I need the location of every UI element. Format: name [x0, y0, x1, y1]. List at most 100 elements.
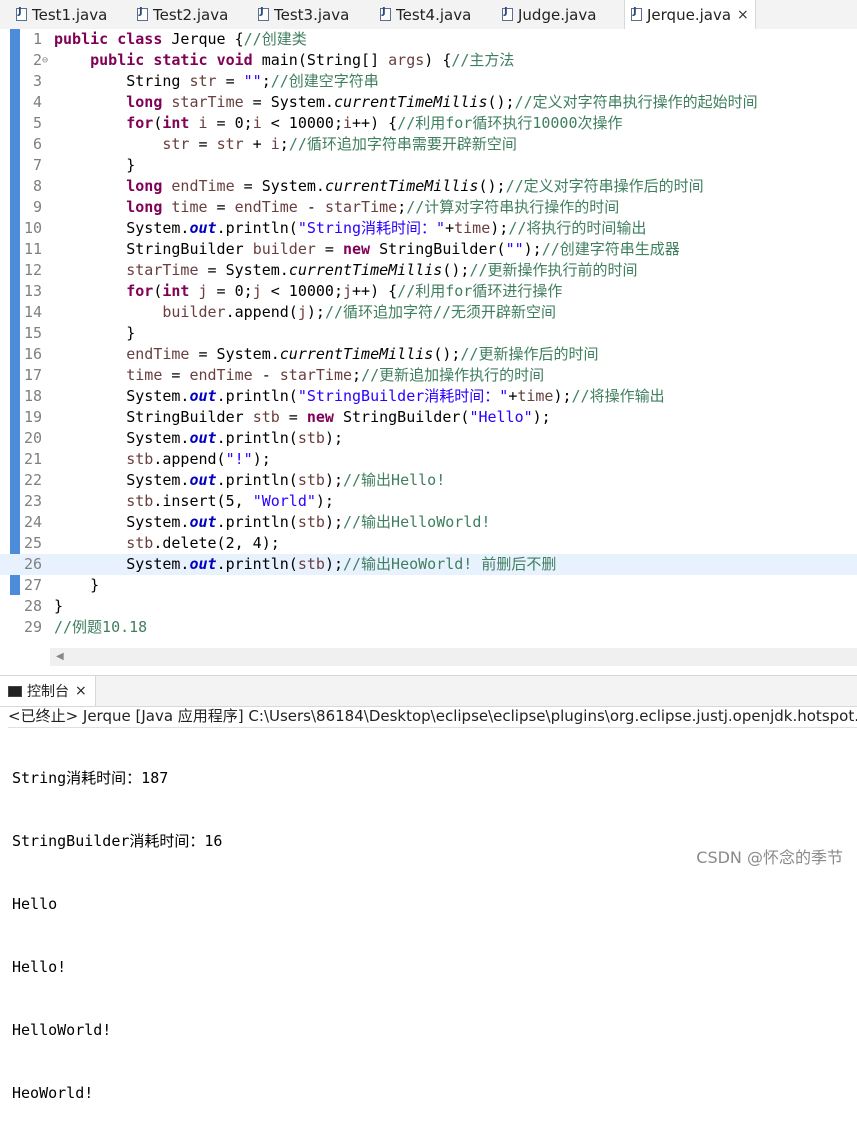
tab-test2[interactable]: Test2.java — [137, 0, 228, 29]
line-number: 25 — [23, 534, 42, 552]
code-text: } — [54, 576, 100, 594]
code-line: 3 String str = "";//创建空字符串 — [0, 71, 857, 92]
code-text: stb.insert(5, "World"); — [126, 492, 334, 510]
code-text: StringBuilder stb = new StringBuilder("H… — [54, 408, 551, 426]
line-number: 20 — [23, 429, 42, 447]
tab-test4[interactable]: Test4.java — [380, 0, 471, 29]
code-text: for(int i = 0;i < 10000;i++) {//利用for循环执… — [126, 114, 623, 132]
code-text: //例题10.18 — [54, 618, 148, 636]
code-text: } — [54, 156, 136, 174]
code-text: endTime = System.currentTimeMillis();//更… — [126, 345, 599, 363]
code-line: 12 starTime = System.currentTimeMillis()… — [0, 260, 857, 281]
java-file-icon — [380, 6, 391, 21]
code-line: 22 System.out.println(stb);//输出Hello! — [0, 470, 857, 491]
code-editor[interactable]: 1 public class Jerque {//创建类 2 ⊖ public st… — [0, 29, 857, 649]
line-number: 26 — [23, 555, 42, 573]
tab-label: Jerque.java — [647, 5, 732, 24]
editor-tab-bar: Test1.java Test2.java Test3.java Test4.j… — [0, 0, 857, 30]
code-text: System.out.println(stb);//输出HelloWorld! — [54, 513, 491, 531]
line-number: 23 — [23, 492, 42, 510]
code-line: 27 } — [0, 575, 857, 596]
console-tab-label: 控制台 — [27, 684, 69, 700]
java-file-icon — [137, 6, 148, 21]
code-text: for(int j = 0;j < 10000;j++) {//利用for循环进… — [126, 282, 563, 300]
code-line: 16 endTime = System.currentTimeMillis();… — [0, 344, 857, 365]
code-text: long endTime = System.currentTimeMillis(… — [126, 177, 704, 195]
line-number: 29 — [23, 618, 42, 636]
code-line: 21 stb.append("!"); — [0, 449, 857, 470]
line-number: 11 — [23, 240, 42, 258]
code-text: String str = "";//创建空字符串 — [54, 72, 379, 90]
console-line: HelloWorld! — [12, 1021, 112, 1039]
tab-jerque[interactable]: Jerque.java × — [624, 0, 756, 29]
line-number: 14 — [23, 303, 42, 321]
tab-label: Test2.java — [153, 5, 229, 24]
console-line: StringBuilder消耗时间：16 — [12, 832, 223, 850]
code-line: 15 } — [0, 323, 857, 344]
code-text: long time = endTime - starTime;//计算对字符串执… — [126, 198, 620, 216]
code-text: System.out.println(stb);//输出Hello! — [54, 471, 446, 489]
line-number: 28 — [23, 597, 42, 615]
code-line: 19 StringBuilder stb = new StringBuilder… — [0, 407, 857, 428]
code-line: 13 for(int j = 0;j < 10000;j++) {//利用for… — [0, 281, 857, 302]
horizontal-scrollbar[interactable]: ◀ — [50, 648, 857, 666]
code-text: starTime = System.currentTimeMillis();//… — [126, 261, 638, 279]
line-number: 22 — [23, 471, 42, 489]
console-line: String消耗时间：187 — [12, 769, 169, 787]
line-number: 5 — [32, 114, 42, 132]
line-number: 2 — [32, 51, 42, 69]
line-number: 7 — [32, 156, 42, 174]
tab-label: Test3.java — [274, 5, 350, 24]
tab-label: Test1.java — [32, 5, 108, 24]
console-output[interactable]: String消耗时间：187 StringBuilder消耗时间：16 Hell… — [12, 726, 222, 1125]
console-line: HeoWorld! — [12, 1084, 94, 1102]
tab-console[interactable]: 控制台 × — [0, 676, 96, 706]
code-line: 18 System.out.println("StringBuilder消耗时间… — [0, 386, 857, 407]
java-file-icon — [631, 6, 642, 21]
line-number: 10 — [23, 219, 42, 237]
tab-judge[interactable]: Judge.java — [502, 0, 596, 29]
code-text: StringBuilder builder = new StringBuilde… — [54, 240, 680, 258]
console-icon — [8, 685, 22, 697]
code-line: 6 str = str + i;//循环追加字符串需要开辟新空间 — [0, 134, 857, 155]
close-icon[interactable]: × — [75, 683, 87, 699]
console-view-header: 控制台 × — [0, 675, 857, 707]
tab-label: Test4.java — [396, 5, 472, 24]
line-number: 15 — [23, 324, 42, 342]
tab-test3[interactable]: Test3.java — [258, 0, 349, 29]
code-text: public class Jerque {//创建类 — [54, 30, 307, 48]
line-number: 17 — [23, 366, 42, 384]
code-text: stb.delete(2, 4); — [126, 534, 280, 552]
fold-icon[interactable]: ⊖ — [42, 50, 48, 71]
line-number: 6 — [32, 135, 42, 153]
code-line: 29 //例题10.18 — [0, 617, 857, 638]
watermark: CSDN @怀念的季节 — [696, 848, 843, 867]
code-line: 14 builder.append(j);//循环追加字符//无须开辟新空间 — [0, 302, 857, 323]
line-number: 4 — [32, 93, 42, 111]
code-text: } — [54, 597, 64, 615]
line-number: 9 — [32, 198, 42, 216]
code-line: 5 for(int i = 0;i < 10000;i++) {//利用for循… — [0, 113, 857, 134]
code-text: System.out.println(stb); — [54, 429, 343, 447]
line-number: 1 — [32, 30, 42, 48]
code-text: str = str + i;//循环追加字符串需要开辟新空间 — [162, 135, 517, 153]
java-file-icon — [16, 6, 27, 21]
code-line: 20 System.out.println(stb); — [0, 428, 857, 449]
close-icon[interactable]: × — [737, 7, 749, 23]
line-number: 21 — [23, 450, 42, 468]
line-number: 16 — [23, 345, 42, 363]
code-line: 24 System.out.println(stb);//输出HelloWorl… — [0, 512, 857, 533]
line-number: 8 — [32, 177, 42, 195]
code-line: 9 long time = endTime - starTime;//计算对字符… — [0, 197, 857, 218]
console-line: Hello — [12, 895, 58, 913]
code-line: 28} — [0, 596, 857, 617]
line-number: 12 — [23, 261, 42, 279]
code-line: 2 ⊖ public static void main(String[] args… — [0, 50, 857, 71]
code-line-current: 26 System.out.println(stb);//输出HeoWorld!… — [0, 554, 857, 575]
code-line: 23 stb.insert(5, "World"); — [0, 491, 857, 512]
code-text: time = endTime - starTime;//更新追加操作执行的时间 — [126, 366, 545, 384]
tab-test1[interactable]: Test1.java — [16, 0, 107, 29]
scroll-left-icon[interactable]: ◀ — [56, 651, 64, 662]
code-line: 4 long starTime = System.currentTimeMill… — [0, 92, 857, 113]
code-text: System.out.println("String消耗时间："+time);/… — [54, 219, 647, 237]
